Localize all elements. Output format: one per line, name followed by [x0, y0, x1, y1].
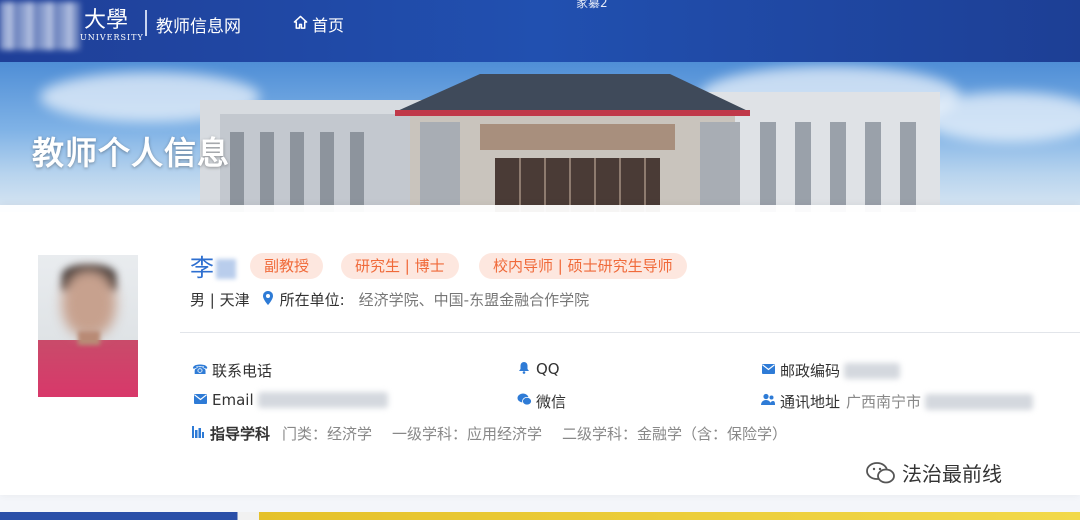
email-field: Email	[192, 391, 388, 409]
name-redacted	[216, 259, 236, 279]
email-redacted	[257, 392, 388, 408]
wechat-watermark: 法治最前线	[866, 458, 1002, 487]
subject-level2: 二级学科：金融学（含：保险学）	[562, 425, 788, 443]
mail-icon	[760, 363, 776, 378]
chart-icon	[192, 425, 204, 442]
header-banner: 教师个人信息	[0, 62, 1080, 212]
subject-label: 指导学科	[210, 425, 271, 443]
tag-advisor: 校内导师 | 硕士研究生导师	[479, 253, 687, 279]
email-label: Email	[212, 391, 254, 409]
basic-info: 男 | 天津 所在单位: 经济学院、中国-东盟金融合作学院	[190, 289, 589, 310]
wechat-label: 微信	[536, 393, 567, 411]
address-redacted	[925, 393, 1034, 410]
teacher-name: 李	[190, 248, 236, 283]
postcode-redacted	[844, 362, 901, 379]
bottom-strip	[0, 512, 1080, 520]
university-logo-blurred	[0, 2, 80, 50]
phone-icon: ☎	[192, 363, 209, 378]
address-label: 通讯地址	[780, 393, 841, 411]
tag-degree: 研究生 | 博士	[341, 253, 459, 279]
qq-label: QQ	[536, 360, 560, 378]
home-label: 首页	[312, 16, 345, 35]
profile-card	[0, 205, 1080, 495]
banner-title: 教师个人信息	[32, 134, 231, 172]
top-nav-bar: 大學 UNIVERSITY 教师信息网 首页 家纂2	[0, 0, 1080, 62]
phone-label: 联系电话	[212, 362, 273, 380]
site-title[interactable]: 教师信息网	[156, 12, 241, 37]
subject-level1: 一级学科：应用经济学	[392, 425, 543, 443]
wechat-logo-icon	[866, 461, 896, 484]
location-pin-icon	[262, 290, 274, 309]
unit-value: 经济学院、中国-东盟金融合作学院	[358, 291, 590, 309]
watermark-text: 法治最前线	[902, 462, 1002, 486]
bell-icon	[516, 361, 532, 378]
address-field: 通讯地址 广西南宁市	[760, 391, 1034, 412]
unit-label: 所在单位:	[279, 291, 345, 309]
subject-row: 指导学科 门类：经济学 一级学科：应用经济学 二级学科：金融学（含：保险学）	[192, 423, 787, 444]
divider	[180, 332, 1080, 333]
wechat-icon	[516, 393, 532, 410]
logo-subtext: UNIVERSITY	[80, 33, 144, 42]
gender-hometown: 男 | 天津	[190, 291, 250, 309]
address-value: 广西南宁市	[846, 393, 922, 411]
tag-title: 副教授	[250, 253, 324, 279]
qq-field: QQ	[516, 360, 560, 378]
logo-text: 大學	[84, 8, 129, 33]
home-icon	[293, 15, 308, 34]
postcode-label: 邮政编码	[780, 362, 841, 380]
subject-category: 门类：经济学	[282, 425, 373, 443]
nav-divider	[145, 10, 147, 36]
mail-icon	[192, 393, 208, 408]
window-title: 家纂2	[576, 0, 608, 10]
phone-field: ☎ 联系电话	[192, 360, 272, 381]
home-link[interactable]: 首页	[293, 12, 344, 36]
postcode-field: 邮政编码	[760, 360, 901, 381]
wechat-field: 微信	[516, 391, 566, 412]
people-icon	[760, 393, 776, 410]
profile-photo-blurred	[38, 255, 138, 397]
